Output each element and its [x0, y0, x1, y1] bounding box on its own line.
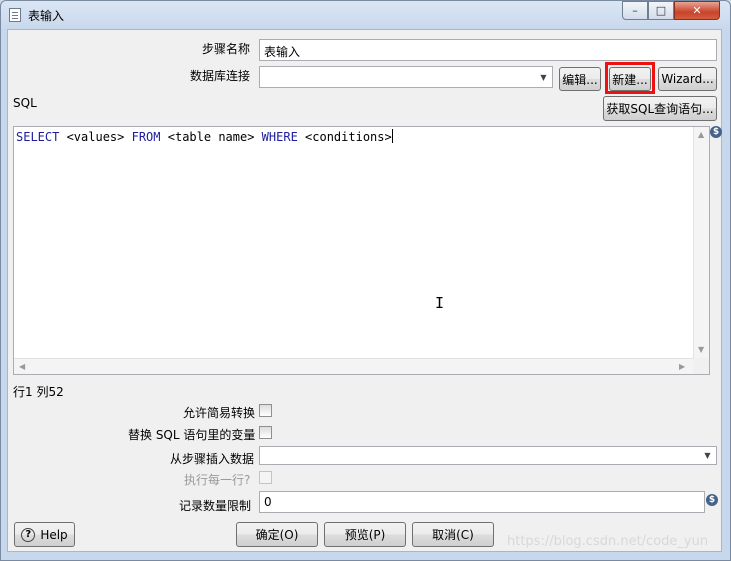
variable-icon: $ [710, 126, 722, 138]
sql-text: SELECT <values> FROM <table name> WHERE … [16, 129, 393, 144]
db-connection-label: 数据库连接 [190, 69, 251, 83]
chevron-down-icon[interactable]: ▼ [699, 447, 716, 464]
cursor-position: 行1 列52 [13, 385, 64, 399]
watermark: https://blog.csdn.net/code_yun [507, 534, 709, 549]
text-caret [391, 129, 393, 143]
help-icon: ? [21, 527, 36, 542]
limit-input[interactable]: 0 [259, 491, 705, 513]
scroll-left-icon[interactable]: ◀ [19, 362, 25, 371]
insert-from-step-select[interactable]: ▼ [259, 446, 717, 465]
step-name-input[interactable]: 表输入 [259, 39, 717, 61]
scroll-down-icon[interactable]: ▼ [698, 345, 704, 354]
get-sql-button[interactable]: 获取SQL查询语句... [603, 96, 717, 121]
cancel-button[interactable]: 取消(C) [412, 522, 494, 547]
limit-label: 记录数量限制 [179, 499, 252, 513]
document-icon [9, 8, 21, 22]
variable-icon: $ [706, 494, 718, 506]
scroll-right-icon[interactable]: ▶ [679, 362, 685, 371]
help-button[interactable]: ? Help [14, 522, 75, 547]
execute-each-row-label: 执行每一行? [184, 473, 251, 487]
scrollbar-corner [693, 358, 709, 374]
lazy-conversion-label: 允许简易转换 [183, 406, 256, 420]
edit-connection-button[interactable]: 编辑... [559, 67, 601, 91]
lazy-conversion-checkbox[interactable] [259, 404, 272, 417]
window-title: 表输入 [28, 9, 65, 23]
insert-from-step-label: 从步骤插入数据 [170, 452, 255, 466]
sql-keyword: FROM [131, 130, 161, 144]
replace-variables-checkbox[interactable] [259, 426, 272, 439]
vertical-scrollbar[interactable]: ▲ ▼ [693, 127, 709, 359]
sql-token: <values> [59, 130, 132, 144]
chevron-down-icon[interactable]: ▼ [535, 67, 552, 87]
sql-label: SQL [13, 96, 37, 110]
horizontal-scrollbar[interactable]: ◀ ▶ [14, 358, 694, 374]
step-name-label: 步骤名称 [202, 42, 251, 56]
sql-keyword: WHERE [261, 130, 298, 144]
close-button[interactable]: ✕ [674, 1, 720, 20]
ibeam-cursor-icon: I [435, 294, 445, 312]
preview-button[interactable]: 预览(P) [324, 522, 406, 547]
ok-button[interactable]: 确定(O) [236, 522, 318, 547]
execute-each-row-checkbox[interactable] [259, 471, 272, 484]
scroll-up-icon[interactable]: ▲ [698, 130, 704, 139]
help-button-label: Help [40, 527, 68, 542]
sql-keyword: SELECT [16, 130, 60, 144]
minimize-button[interactable]: – [622, 1, 648, 20]
wizard-button[interactable]: Wizard... [658, 67, 717, 91]
highlight-box [605, 62, 655, 94]
replace-variables-label: 替换 SQL 语句里的变量 [128, 428, 256, 442]
sql-token: <table name> [160, 130, 262, 144]
maximize-button[interactable]: □ [648, 1, 674, 20]
sql-token: <conditions> [297, 130, 392, 144]
sql-editor[interactable]: SELECT <values> FROM <table name> WHERE … [13, 126, 710, 375]
db-connection-select[interactable]: ▼ [259, 66, 553, 88]
title-bar[interactable]: 表输入 – □ ✕ [1, 1, 730, 29]
